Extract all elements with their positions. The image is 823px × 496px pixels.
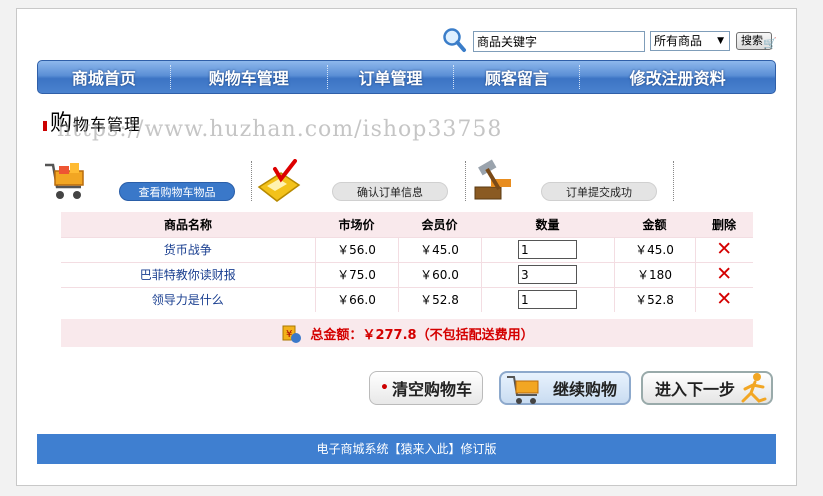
search-input[interactable] [473, 31, 645, 52]
nav-item-cart[interactable]: 购物车管理 [171, 61, 327, 93]
step-divider [673, 161, 674, 201]
step-divider [251, 161, 252, 201]
quantity-cell [481, 236, 615, 262]
col-header-amount: 金额 [614, 212, 695, 237]
cart-icon: 🛒 [763, 37, 777, 50]
delete-cell: ✕ [695, 236, 753, 262]
delete-icon[interactable]: ✕ [716, 288, 732, 310]
member-price: ￥52.8 [398, 286, 482, 312]
step-confirm-order[interactable]: 确认订单信息 [332, 182, 448, 201]
quantity-cell [481, 261, 615, 287]
col-header-quantity: 数量 [481, 212, 614, 237]
search-bar: 所有商品 ▼ 搜索 🛒 [441, 25, 781, 55]
bullet-icon: • [380, 380, 389, 396]
total-row: ¥ 总金额：￥277.8（不包括配送费用） [61, 319, 753, 347]
nav-item-home[interactable]: 商城首页 [38, 61, 170, 93]
nav-item-profile[interactable]: 修改注册资料 [580, 61, 775, 93]
search-button-label: 搜索 [741, 34, 763, 47]
delete-icon[interactable]: ✕ [716, 238, 732, 260]
market-price: ￥56.0 [315, 236, 399, 262]
col-header-member-price: 会员价 [398, 212, 481, 237]
quantity-cell [481, 286, 615, 312]
table-row: 货币战争 ￥56.0 ￥45.0 ￥45.0 ✕ [61, 236, 753, 262]
watermark: https://www.huzhan.com/ishop33758 [57, 117, 503, 142]
market-price: ￥75.0 [315, 261, 399, 287]
step-order-submitted[interactable]: 订单提交成功 [541, 182, 657, 201]
footer: 电子商城系统【猿来入此】修订版 [37, 434, 776, 464]
total-note: （不包括配送费用） [416, 327, 534, 343]
amount: ￥180 [614, 261, 696, 287]
next-step-button[interactable]: 进入下一步 [641, 371, 773, 405]
total-label: 总金额： [310, 327, 363, 343]
product-name-link[interactable]: 领导力是什么 [61, 286, 316, 312]
cart-icon [507, 376, 539, 404]
nav-label: 修改注册资料 [629, 69, 726, 88]
nav-label: 购物车管理 [208, 69, 289, 88]
chevron-down-icon: ▼ [717, 36, 724, 46]
step-divider [465, 161, 466, 201]
table-row: 巴菲特教你读财报 ￥75.0 ￥60.0 ￥180 ✕ [61, 261, 753, 287]
next-step-label: 进入下一步 [655, 380, 736, 399]
amount: ￥52.8 [614, 286, 696, 312]
step-view-cart[interactable]: 查看购物车物品 [119, 182, 235, 201]
page-frame: 所有商品 ▼ 搜索 🛒 商城首页 购物车管理 订单管理 顾客留言 修改注册资料 … [16, 8, 797, 486]
col-header-market-price: 市场价 [315, 212, 398, 237]
step-label: 确认订单信息 [357, 186, 423, 199]
continue-shopping-button[interactable]: 继续购物 [499, 371, 631, 405]
table-row: 领导力是什么 ￥66.0 ￥52.8 ￥52.8 ✕ [61, 286, 753, 312]
main-nav: 商城首页 购物车管理 订单管理 顾客留言 修改注册资料 [37, 60, 776, 94]
total-text: 总金额：￥277.8（不包括配送费用） [310, 324, 533, 343]
col-header-delete: 删除 [695, 212, 753, 237]
step-label: 订单提交成功 [566, 186, 632, 199]
nav-item-messages[interactable]: 顾客留言 [454, 61, 579, 93]
clear-cart-button[interactable]: • 清空购物车 [369, 371, 483, 405]
product-name-link[interactable]: 货币战争 [61, 236, 316, 262]
cart-icon [45, 163, 84, 199]
table-header-row: 商品名称 市场价 会员价 数量 金额 删除 [61, 212, 753, 237]
step-label: 查看购物车物品 [138, 186, 216, 199]
quantity-input[interactable] [518, 290, 577, 310]
delete-icon[interactable]: ✕ [716, 263, 732, 285]
nav-item-orders[interactable]: 订单管理 [328, 61, 454, 93]
amount: ￥45.0 [614, 236, 696, 262]
quantity-input[interactable] [518, 265, 577, 284]
total-amount: ￥277.8 [362, 327, 417, 343]
market-price: ￥66.0 [315, 286, 399, 312]
continue-shopping-label: 继续购物 [552, 380, 617, 399]
product-name-link[interactable]: 巴菲特教你读财报 [61, 261, 316, 287]
delete-cell: ✕ [695, 286, 753, 312]
quantity-input[interactable] [518, 240, 577, 259]
category-select[interactable]: 所有商品 ▼ [650, 31, 730, 51]
magnifier-icon [443, 28, 466, 52]
calculator-icon [257, 159, 301, 202]
runner-icon [741, 373, 767, 403]
nav-label: 商城首页 [71, 69, 136, 88]
nav-label: 顾客留言 [484, 69, 549, 88]
cart-table: 商品名称 市场价 会员价 数量 金额 删除 货币战争 ￥56.0 ￥45.0 ￥… [61, 212, 753, 312]
col-header-name: 商品名称 [61, 212, 315, 237]
member-price: ￥60.0 [398, 261, 482, 287]
hammer-icon [474, 159, 511, 200]
clear-cart-label: 清空购物车 [391, 380, 472, 399]
checkout-steps: 查看购物车物品 确认订单信息 订单提交成功 [41, 157, 681, 207]
delete-cell: ✕ [695, 261, 753, 287]
search-button[interactable]: 搜索 🛒 [736, 32, 777, 50]
title-bullet-icon [43, 121, 47, 131]
nav-label: 订单管理 [358, 69, 423, 88]
member-price: ￥45.0 [398, 236, 482, 262]
money-icon: ¥ [282, 325, 302, 343]
category-select-value: 所有商品 [654, 34, 703, 48]
